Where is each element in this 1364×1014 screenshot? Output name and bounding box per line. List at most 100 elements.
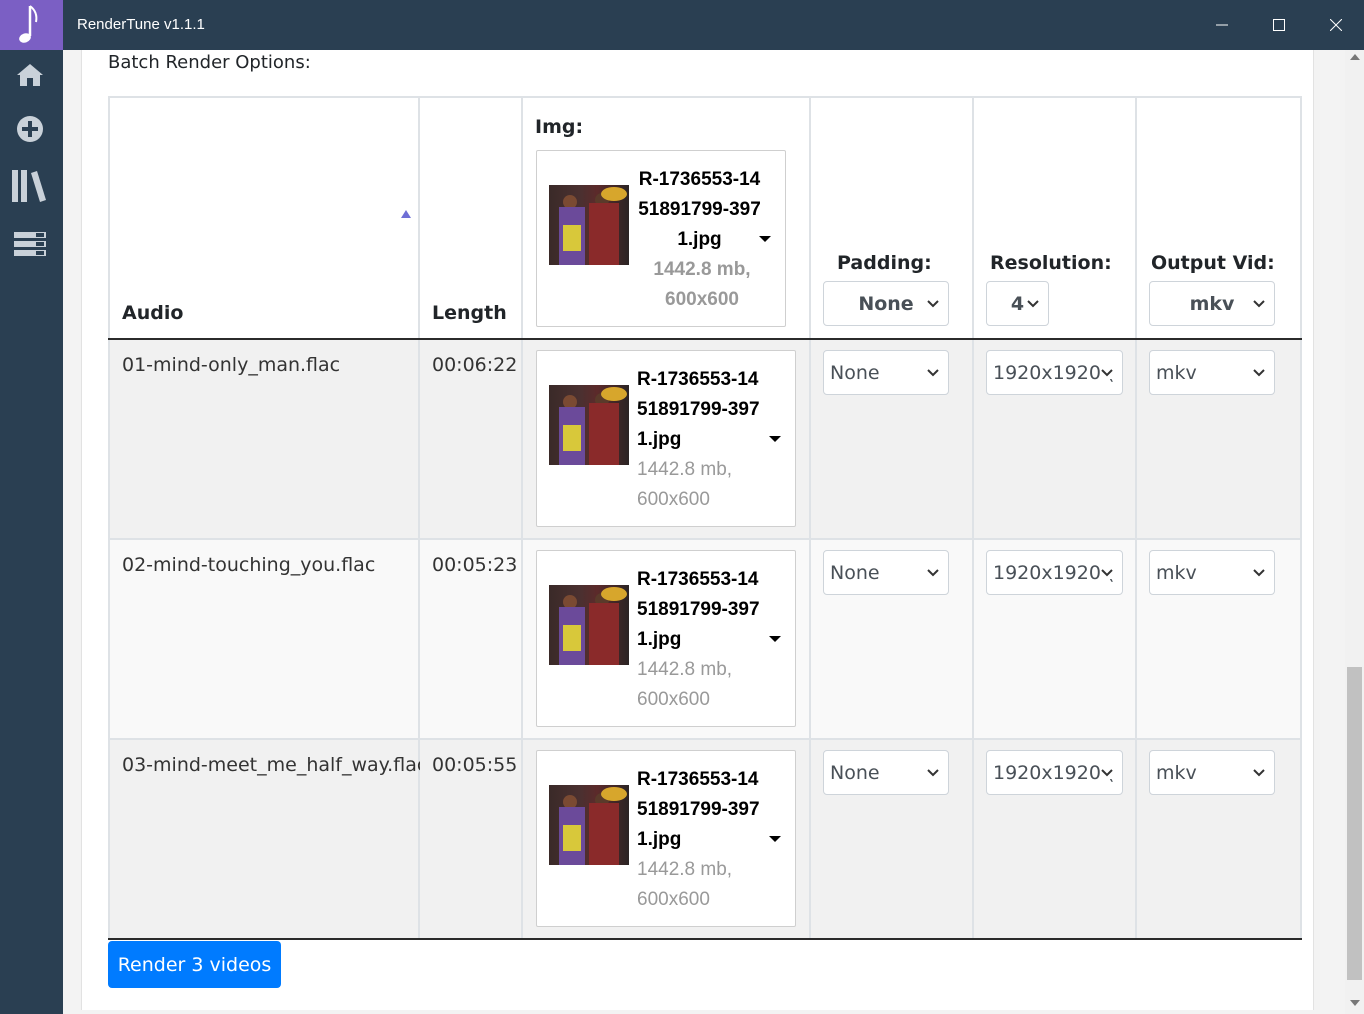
chevron-down-icon bbox=[1100, 765, 1114, 779]
chevron-down-icon bbox=[1253, 369, 1265, 377]
audio-filename: 01-mind-only_man.flac bbox=[122, 354, 341, 376]
resolution-cell: 1920x1920 ( bbox=[972, 538, 1137, 740]
window-title: RenderTune v1.1.1 bbox=[77, 16, 205, 33]
home-icon bbox=[17, 64, 43, 86]
image-filename: R-1736553-1451891799-3971.jpg bbox=[638, 169, 761, 250]
image-thumbnail bbox=[549, 585, 629, 665]
header-img: Img: R-1736553-1451891799-3971.jpg 1442.… bbox=[521, 96, 811, 340]
section-title: Batch Render Options: bbox=[108, 52, 311, 73]
header-padding-select[interactable]: None bbox=[823, 281, 949, 326]
library-icon bbox=[12, 170, 46, 202]
dropdown-caret-icon bbox=[759, 236, 771, 242]
chevron-down-icon bbox=[1253, 569, 1265, 577]
vertical-scrollbar[interactable] bbox=[1345, 50, 1364, 1014]
maximize-button[interactable] bbox=[1250, 0, 1307, 50]
music-note-icon bbox=[19, 5, 38, 43]
resolution-select[interactable]: 1920x1920 ( bbox=[986, 550, 1123, 595]
minimize-button[interactable] bbox=[1193, 0, 1250, 50]
dropdown-caret-icon bbox=[769, 836, 781, 842]
select-value: 1920x1920 ( bbox=[993, 362, 1115, 384]
image-filename: R-1736553-1451891799-3971.jpg bbox=[637, 569, 760, 650]
output-select[interactable]: mkv bbox=[1149, 350, 1275, 395]
audio-cell: 02-mind-touching_you.flac bbox=[108, 538, 420, 740]
header-output-label: Output Vid: bbox=[1151, 252, 1275, 274]
select-value: None bbox=[858, 293, 914, 315]
select-value: mkv bbox=[1156, 762, 1197, 784]
header-resolution: Resolution: 4 bbox=[972, 96, 1137, 340]
img-cell: R-1736553-1451891799-3971.jpg 1442.8 mb,… bbox=[521, 538, 811, 740]
sidebar-item-library[interactable] bbox=[10, 166, 50, 206]
audio-length: 00:05:23 bbox=[432, 554, 518, 576]
table-row: 02-mind-touching_you.flac 00:05:23 R-173… bbox=[108, 538, 1302, 740]
image-thumbnail bbox=[549, 185, 629, 265]
padding-cell: None bbox=[809, 538, 974, 740]
header-resolution-select[interactable]: 4 bbox=[986, 281, 1049, 326]
padding-select[interactable]: None bbox=[823, 350, 949, 395]
output-select[interactable]: mkv bbox=[1149, 550, 1275, 595]
close-button[interactable] bbox=[1307, 0, 1364, 50]
table-row: 03-mind-meet_me_half_way.flac 00:05:55 R… bbox=[108, 738, 1302, 940]
dropdown-caret-icon bbox=[769, 436, 781, 442]
resolution-cell: 1920x1920 ( bbox=[972, 738, 1137, 940]
image-dropdown[interactable]: R-1736553-1451891799-3971.jpg 1442.8 mb,… bbox=[536, 550, 796, 727]
title-bar: RenderTune v1.1.1 bbox=[0, 0, 1364, 50]
sidebar-item-add[interactable] bbox=[10, 109, 50, 149]
padding-cell: None bbox=[809, 338, 974, 540]
close-icon bbox=[1329, 19, 1342, 31]
image-thumbnail bbox=[549, 385, 629, 465]
padding-select[interactable]: None bbox=[823, 750, 949, 795]
scroll-down-arrow-icon[interactable] bbox=[1350, 1000, 1360, 1006]
resolution-cell: 1920x1920 ( bbox=[972, 338, 1137, 540]
select-value: None bbox=[830, 362, 880, 384]
chevron-down-icon bbox=[927, 769, 939, 777]
audio-length: 00:05:55 bbox=[432, 754, 518, 776]
audio-filename: 03-mind-meet_me_half_way.flac bbox=[122, 754, 428, 776]
dropdown-caret-icon bbox=[769, 636, 781, 642]
padding-select[interactable]: None bbox=[823, 550, 949, 595]
image-filename: R-1736553-1451891799-3971.jpg bbox=[637, 769, 760, 850]
length-cell: 00:05:23 bbox=[418, 538, 523, 740]
length-cell: 00:06:22 bbox=[418, 338, 523, 540]
header-resolution-label: Resolution: bbox=[990, 252, 1112, 274]
output-cell: mkv bbox=[1135, 538, 1302, 740]
sidebar-item-home[interactable] bbox=[10, 55, 50, 95]
select-value: None bbox=[830, 762, 880, 784]
header-output-select[interactable]: mkv bbox=[1149, 281, 1275, 326]
scroll-up-arrow-icon[interactable] bbox=[1350, 54, 1360, 60]
output-select[interactable]: mkv bbox=[1149, 750, 1275, 795]
sort-ascending-icon bbox=[401, 210, 411, 218]
header-audio[interactable]: Audio bbox=[108, 96, 420, 340]
audio-length: 00:06:22 bbox=[432, 354, 518, 376]
select-value: 1920x1920 ( bbox=[993, 762, 1115, 784]
select-value: mkv bbox=[1189, 293, 1235, 315]
audio-cell: 01-mind-only_man.flac bbox=[108, 338, 420, 540]
chevron-down-icon bbox=[927, 369, 939, 377]
select-value: 1920x1920 ( bbox=[993, 562, 1115, 584]
length-cell: 00:05:55 bbox=[418, 738, 523, 940]
select-value: mkv bbox=[1156, 562, 1197, 584]
audio-filename: 02-mind-touching_you.flac bbox=[122, 554, 376, 576]
padding-cell: None bbox=[809, 738, 974, 940]
sidebar-item-list[interactable] bbox=[10, 224, 50, 264]
image-dropdown[interactable]: R-1736553-1451891799-3971.jpg 1442.8 mb,… bbox=[536, 350, 796, 527]
image-dropdown[interactable]: R-1736553-1451891799-3971.jpg 1442.8 mb,… bbox=[536, 750, 796, 927]
image-meta: 1442.8 mb, 600x600 bbox=[637, 859, 733, 910]
batch-table: Audio Length Img: R-1736553-1451891799-3… bbox=[108, 96, 1302, 940]
resolution-select[interactable]: 1920x1920 ( bbox=[986, 350, 1123, 395]
image-meta: 1442.8 mb, 600x600 bbox=[637, 459, 733, 510]
chevron-down-icon bbox=[1100, 365, 1114, 379]
audio-cell: 03-mind-meet_me_half_way.flac bbox=[108, 738, 427, 940]
image-thumbnail bbox=[549, 785, 629, 865]
output-cell: mkv bbox=[1135, 738, 1302, 940]
resolution-select[interactable]: 1920x1920 ( bbox=[986, 750, 1123, 795]
render-videos-button[interactable]: Render 3 videos bbox=[108, 941, 281, 988]
scrollbar-thumb[interactable] bbox=[1347, 667, 1362, 980]
list-icon bbox=[14, 232, 46, 256]
minimize-icon bbox=[1215, 24, 1228, 26]
chevron-down-icon bbox=[1027, 300, 1039, 308]
header-image-dropdown[interactable]: R-1736553-1451891799-3971.jpg 1442.8 mb,… bbox=[536, 150, 786, 327]
chevron-down-icon bbox=[1253, 300, 1265, 308]
sidebar bbox=[0, 50, 63, 1014]
output-cell: mkv bbox=[1135, 338, 1302, 540]
image-filename: R-1736553-1451891799-3971.jpg bbox=[637, 369, 760, 450]
